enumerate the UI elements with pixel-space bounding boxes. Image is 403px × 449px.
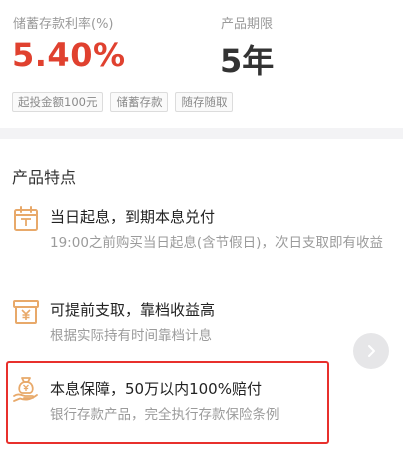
- term-label: 产品期限: [221, 17, 274, 32]
- tag-list: 起投金额100元 储蓄存款 随存随取: [12, 92, 234, 112]
- chevron-right-icon: [368, 345, 375, 357]
- calendar-icon: [14, 206, 38, 231]
- rate-label: 储蓄存款利率(%): [13, 17, 114, 32]
- tag-savings: 储蓄存款: [110, 92, 169, 112]
- tag-flexible: 随存随取: [175, 92, 234, 112]
- next-arrow-button[interactable]: [353, 333, 389, 369]
- tag-min-amount: 起投金额100元: [12, 92, 104, 112]
- rate-value: 5.40%: [12, 36, 126, 74]
- highlight-outline: [6, 361, 329, 444]
- term-value: 5年: [220, 42, 275, 80]
- product-summary-card: 储蓄存款利率(%) 5.40% 产品期限 5年 起投金额100元 储蓄存款 随存…: [0, 0, 403, 128]
- yen-box-icon: [13, 300, 39, 324]
- feature-desc: 根据实际持有时间靠档计息: [50, 328, 212, 344]
- product-features-section: 产品特点 当日起息，到期本息兑付 19:00之前购买当日起息(含节假日)，次日支…: [0, 139, 403, 449]
- feature-title: 可提前支取，靠档收益高: [50, 301, 216, 319]
- feature-title: 当日起息，到期本息兑付: [50, 208, 216, 226]
- feature-desc: 19:00之前购买当日起息(含节假日)，次日支取即有收益: [50, 235, 383, 251]
- section-title: 产品特点: [12, 168, 77, 187]
